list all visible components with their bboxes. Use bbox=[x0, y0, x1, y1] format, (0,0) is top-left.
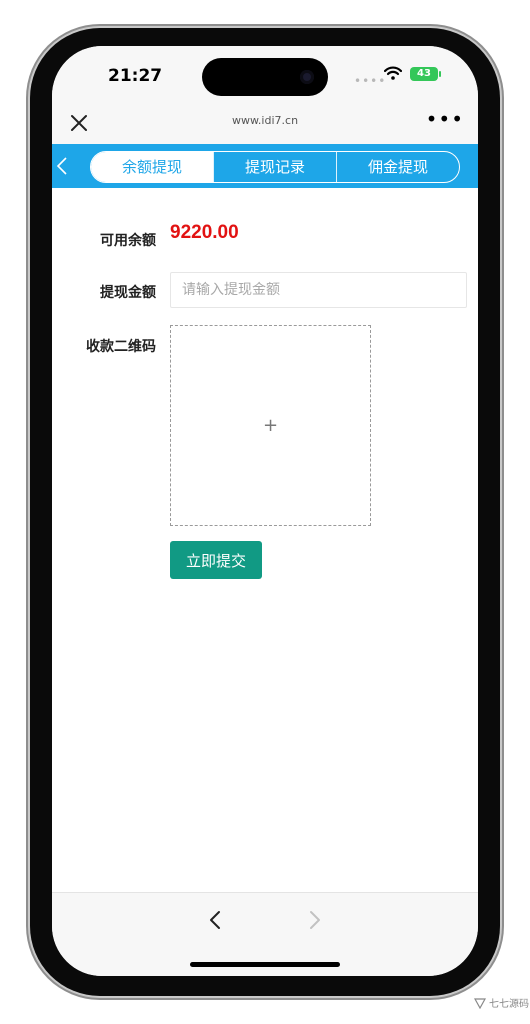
plus-icon: + bbox=[262, 415, 279, 436]
battery-level: 43 bbox=[417, 68, 431, 79]
camera-icon bbox=[300, 70, 314, 84]
watermark-logo-icon bbox=[474, 997, 486, 1009]
power-button bbox=[500, 312, 504, 412]
watermark: 七七源码 bbox=[474, 995, 529, 1010]
phone-screen: 21:27 •••• 43 www.idi7.cn ••• 余额提现 提现记录 … bbox=[52, 46, 478, 976]
status-bar: 21:27 •••• 43 bbox=[52, 46, 478, 100]
cellular-signal-icon: •••• bbox=[354, 74, 387, 88]
tab-withdraw-records[interactable]: 提现记录 bbox=[213, 152, 336, 182]
balance-value: 9220.00 bbox=[170, 222, 239, 243]
wifi-icon bbox=[384, 66, 402, 80]
status-time: 21:27 bbox=[108, 66, 163, 86]
watermark-text: 七七源码 bbox=[489, 999, 529, 1010]
url-text: www.idi7.cn bbox=[231, 114, 299, 127]
browser-bottom-toolbar bbox=[52, 892, 478, 976]
battery-icon: 43 bbox=[410, 67, 438, 81]
back-arrow-icon[interactable] bbox=[56, 156, 68, 176]
qrcode-upload-box[interactable]: + bbox=[170, 325, 371, 526]
tab-commission-withdraw[interactable]: 佣金提现 bbox=[336, 152, 459, 182]
tab-bar: 余额提现 提现记录 佣金提现 bbox=[52, 144, 478, 188]
more-options-icon[interactable]: ••• bbox=[426, 109, 464, 129]
battery-tip bbox=[439, 71, 441, 77]
amount-input[interactable] bbox=[170, 272, 467, 308]
home-indicator bbox=[190, 962, 340, 967]
dynamic-island bbox=[202, 58, 328, 96]
tab-balance-withdraw[interactable]: 余额提现 bbox=[91, 152, 213, 182]
amount-label: 提现金额 bbox=[100, 285, 156, 301]
browser-top-bar: www.idi7.cn ••• bbox=[52, 100, 478, 144]
qrcode-label: 收款二维码 bbox=[86, 339, 156, 355]
balance-label: 可用余额 bbox=[100, 233, 156, 249]
chevron-left-icon[interactable] bbox=[208, 909, 222, 931]
submit-button[interactable]: 立即提交 bbox=[170, 541, 262, 579]
chevron-right-icon[interactable] bbox=[308, 909, 322, 931]
tab-group: 余额提现 提现记录 佣金提现 bbox=[90, 151, 460, 183]
